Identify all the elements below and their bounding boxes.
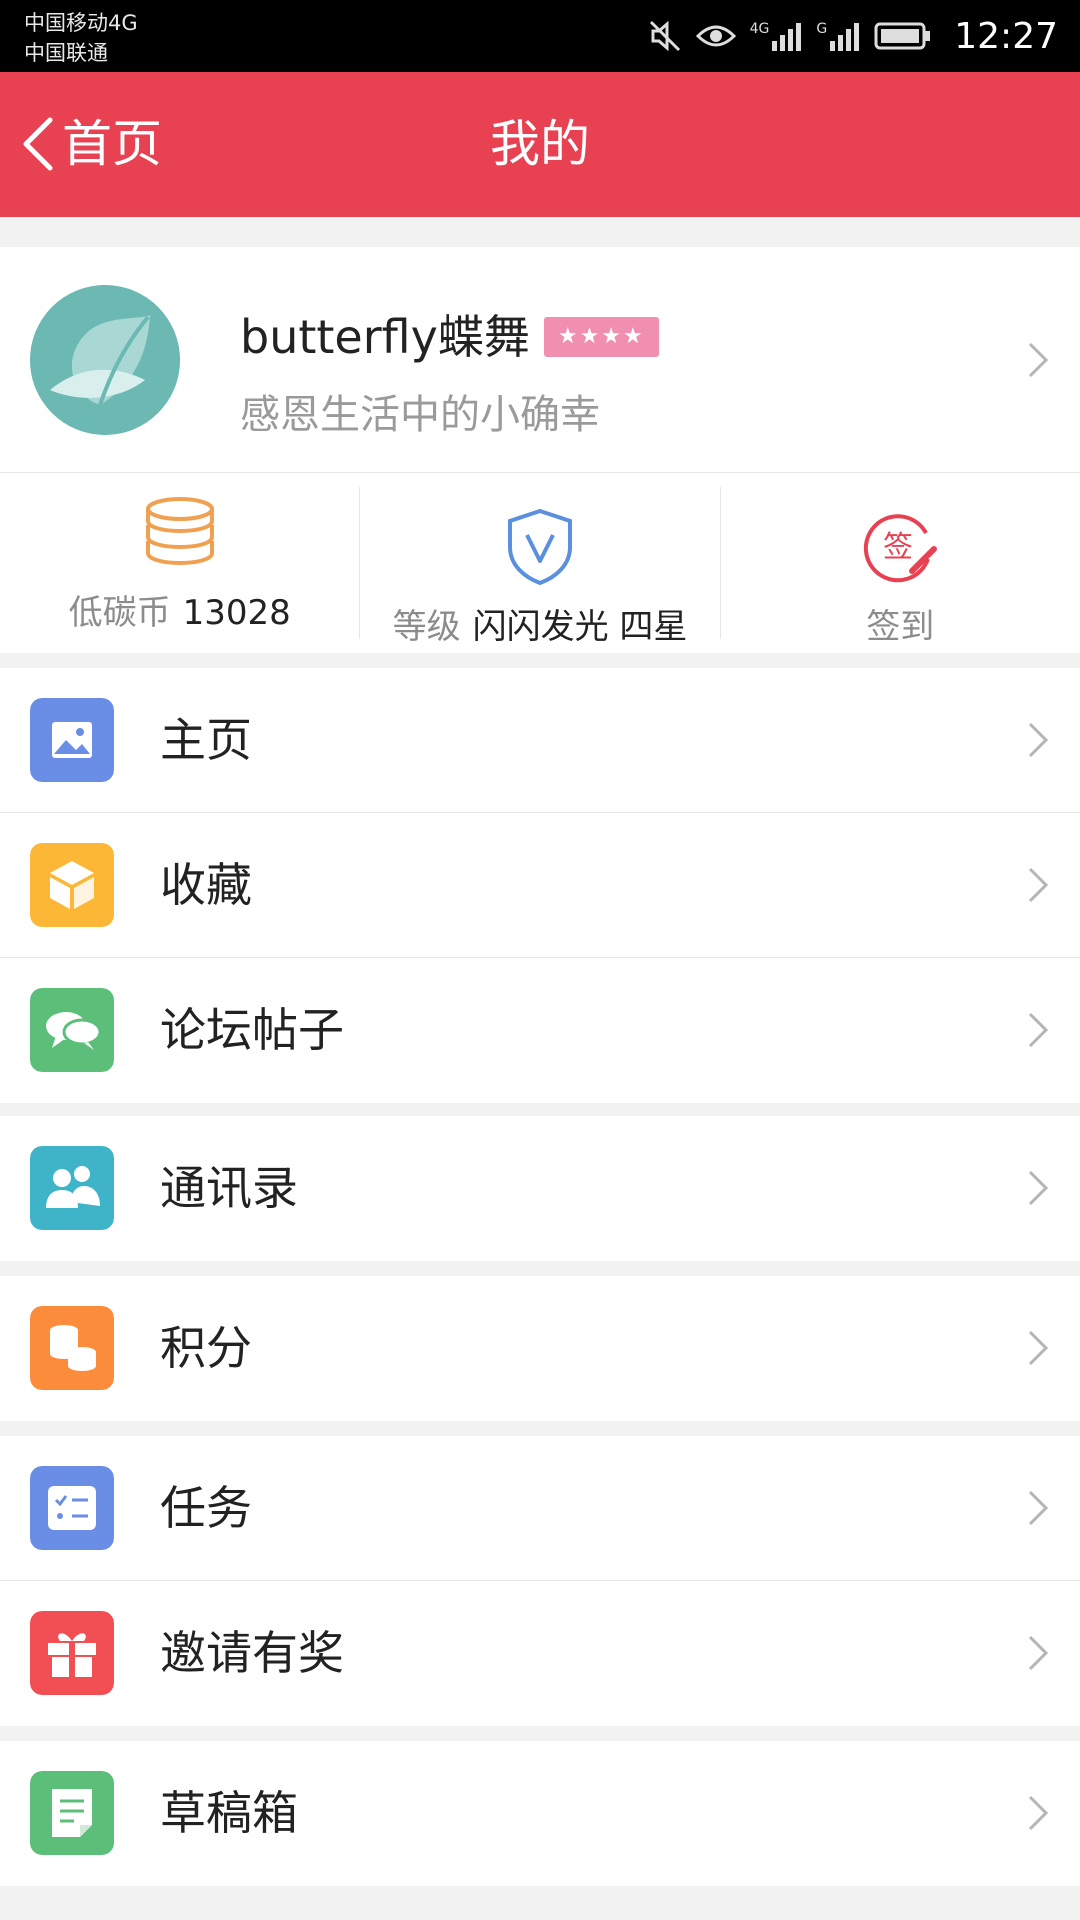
carrier-1: 中国移动4G [24, 11, 138, 35]
profile-card[interactable]: butterfly蝶舞 ★★★★ 感恩生活中的小确幸 [0, 247, 1080, 473]
menu-item-contacts[interactable]: 通讯录 [0, 1116, 1080, 1261]
username-text: butterfly蝶舞 [240, 310, 530, 364]
profile-signature: 感恩生活中的小确幸 [240, 392, 600, 438]
eye-icon [695, 25, 736, 47]
menu-label-invite-rewards: 邀请有奖 [160, 1626, 344, 1680]
points-icon [30, 1306, 114, 1390]
menu-label-favorites: 收藏 [160, 858, 252, 912]
chevron-right-icon [1028, 1635, 1049, 1671]
chevron-right-icon [1028, 1490, 1049, 1526]
menu-group-4: 任务 邀请有奖 [0, 1436, 1080, 1726]
signal-4g-icon: 4G [750, 21, 803, 51]
username: butterfly蝶舞 ★★★★ [240, 307, 659, 367]
stat-sign-in-label: 签到 [866, 607, 935, 647]
carrier-info: 中国移动4G 中国联通 [24, 8, 138, 68]
stat-level[interactable]: 等级 闪闪发光 四星 [359, 487, 719, 647]
menu-label-contacts: 通讯录 [160, 1161, 298, 1215]
menu-group-5: 草稿箱 [0, 1741, 1080, 1886]
sign-in-icon: 签 [864, 514, 938, 583]
menu-item-drafts[interactable]: 草稿箱 [0, 1741, 1080, 1886]
network-label-1: 4G [749, 21, 770, 37]
avatar[interactable] [30, 285, 180, 435]
menu-item-favorites[interactable]: 收藏 [0, 813, 1080, 958]
menu-item-invite-rewards[interactable]: 邀请有奖 [0, 1581, 1080, 1726]
draft-icon [30, 1771, 114, 1855]
menu-label-forum-posts: 论坛帖子 [160, 1003, 344, 1057]
chevron-right-icon [1028, 1012, 1049, 1048]
chevron-right-icon [1028, 342, 1049, 378]
network-label-2: G [816, 21, 828, 37]
task-list-icon [30, 1466, 114, 1550]
stat-coins[interactable]: 低碳币 13028 [0, 473, 359, 653]
battery-icon [874, 22, 931, 50]
gift-icon [30, 1611, 114, 1695]
image-icon [30, 698, 114, 782]
chevron-right-icon [1028, 1330, 1049, 1366]
menu-item-points[interactable]: 积分 [0, 1276, 1080, 1421]
box-icon [30, 843, 114, 927]
mute-icon [649, 20, 680, 52]
chat-icon [30, 988, 114, 1072]
chevron-right-icon [1028, 1795, 1049, 1831]
stat-coins-label: 低碳币 [68, 593, 171, 633]
status-bar: 中国移动4G 中国联通 4G G 12:27 [0, 0, 1080, 72]
stat-level-label: 等级 [392, 607, 461, 647]
stats-row: 低碳币 13028 等级 闪闪发光 四星 签 签到 [0, 473, 1080, 653]
menu-label-drafts: 草稿箱 [160, 1786, 298, 1840]
menu-item-home[interactable]: 主页 [0, 668, 1080, 813]
menu-group-3: 积分 [0, 1276, 1080, 1421]
clock: 12:27 [954, 15, 1058, 57]
stat-sign-in[interactable]: 签 签到 [719, 487, 1080, 647]
signal-g-icon: G [816, 21, 860, 51]
shield-v-icon [507, 508, 572, 586]
leaf-avatar-icon [30, 285, 180, 435]
menu-group-1: 主页 收藏 论坛帖子 [0, 668, 1080, 1103]
chevron-right-icon [1028, 1170, 1049, 1206]
stat-coins-value: 13028 [182, 593, 291, 633]
carrier-2: 中国联通 [24, 41, 108, 65]
sign-in-glyph: 签 [883, 530, 913, 565]
chevron-right-icon [1028, 867, 1049, 903]
page-title: 我的 [490, 115, 590, 173]
chevron-right-icon [1028, 722, 1049, 758]
status-icons: 4G G 12:27 [648, 10, 1058, 62]
menu-label-home: 主页 [160, 713, 252, 767]
menu-item-forum-posts[interactable]: 论坛帖子 [0, 958, 1080, 1103]
app-header: 首页 我的 [0, 72, 1080, 217]
menu-group-2: 通讯录 [0, 1116, 1080, 1261]
star-rating-badge: ★★★★ [543, 317, 659, 357]
menu-item-tasks[interactable]: 任务 [0, 1436, 1080, 1581]
menu-label-tasks: 任务 [160, 1481, 252, 1535]
menu-label-points: 积分 [160, 1321, 252, 1375]
contacts-icon [30, 1146, 114, 1230]
coin-stack-icon [145, 497, 214, 566]
stat-level-value: 闪闪发光 四星 [472, 607, 688, 647]
